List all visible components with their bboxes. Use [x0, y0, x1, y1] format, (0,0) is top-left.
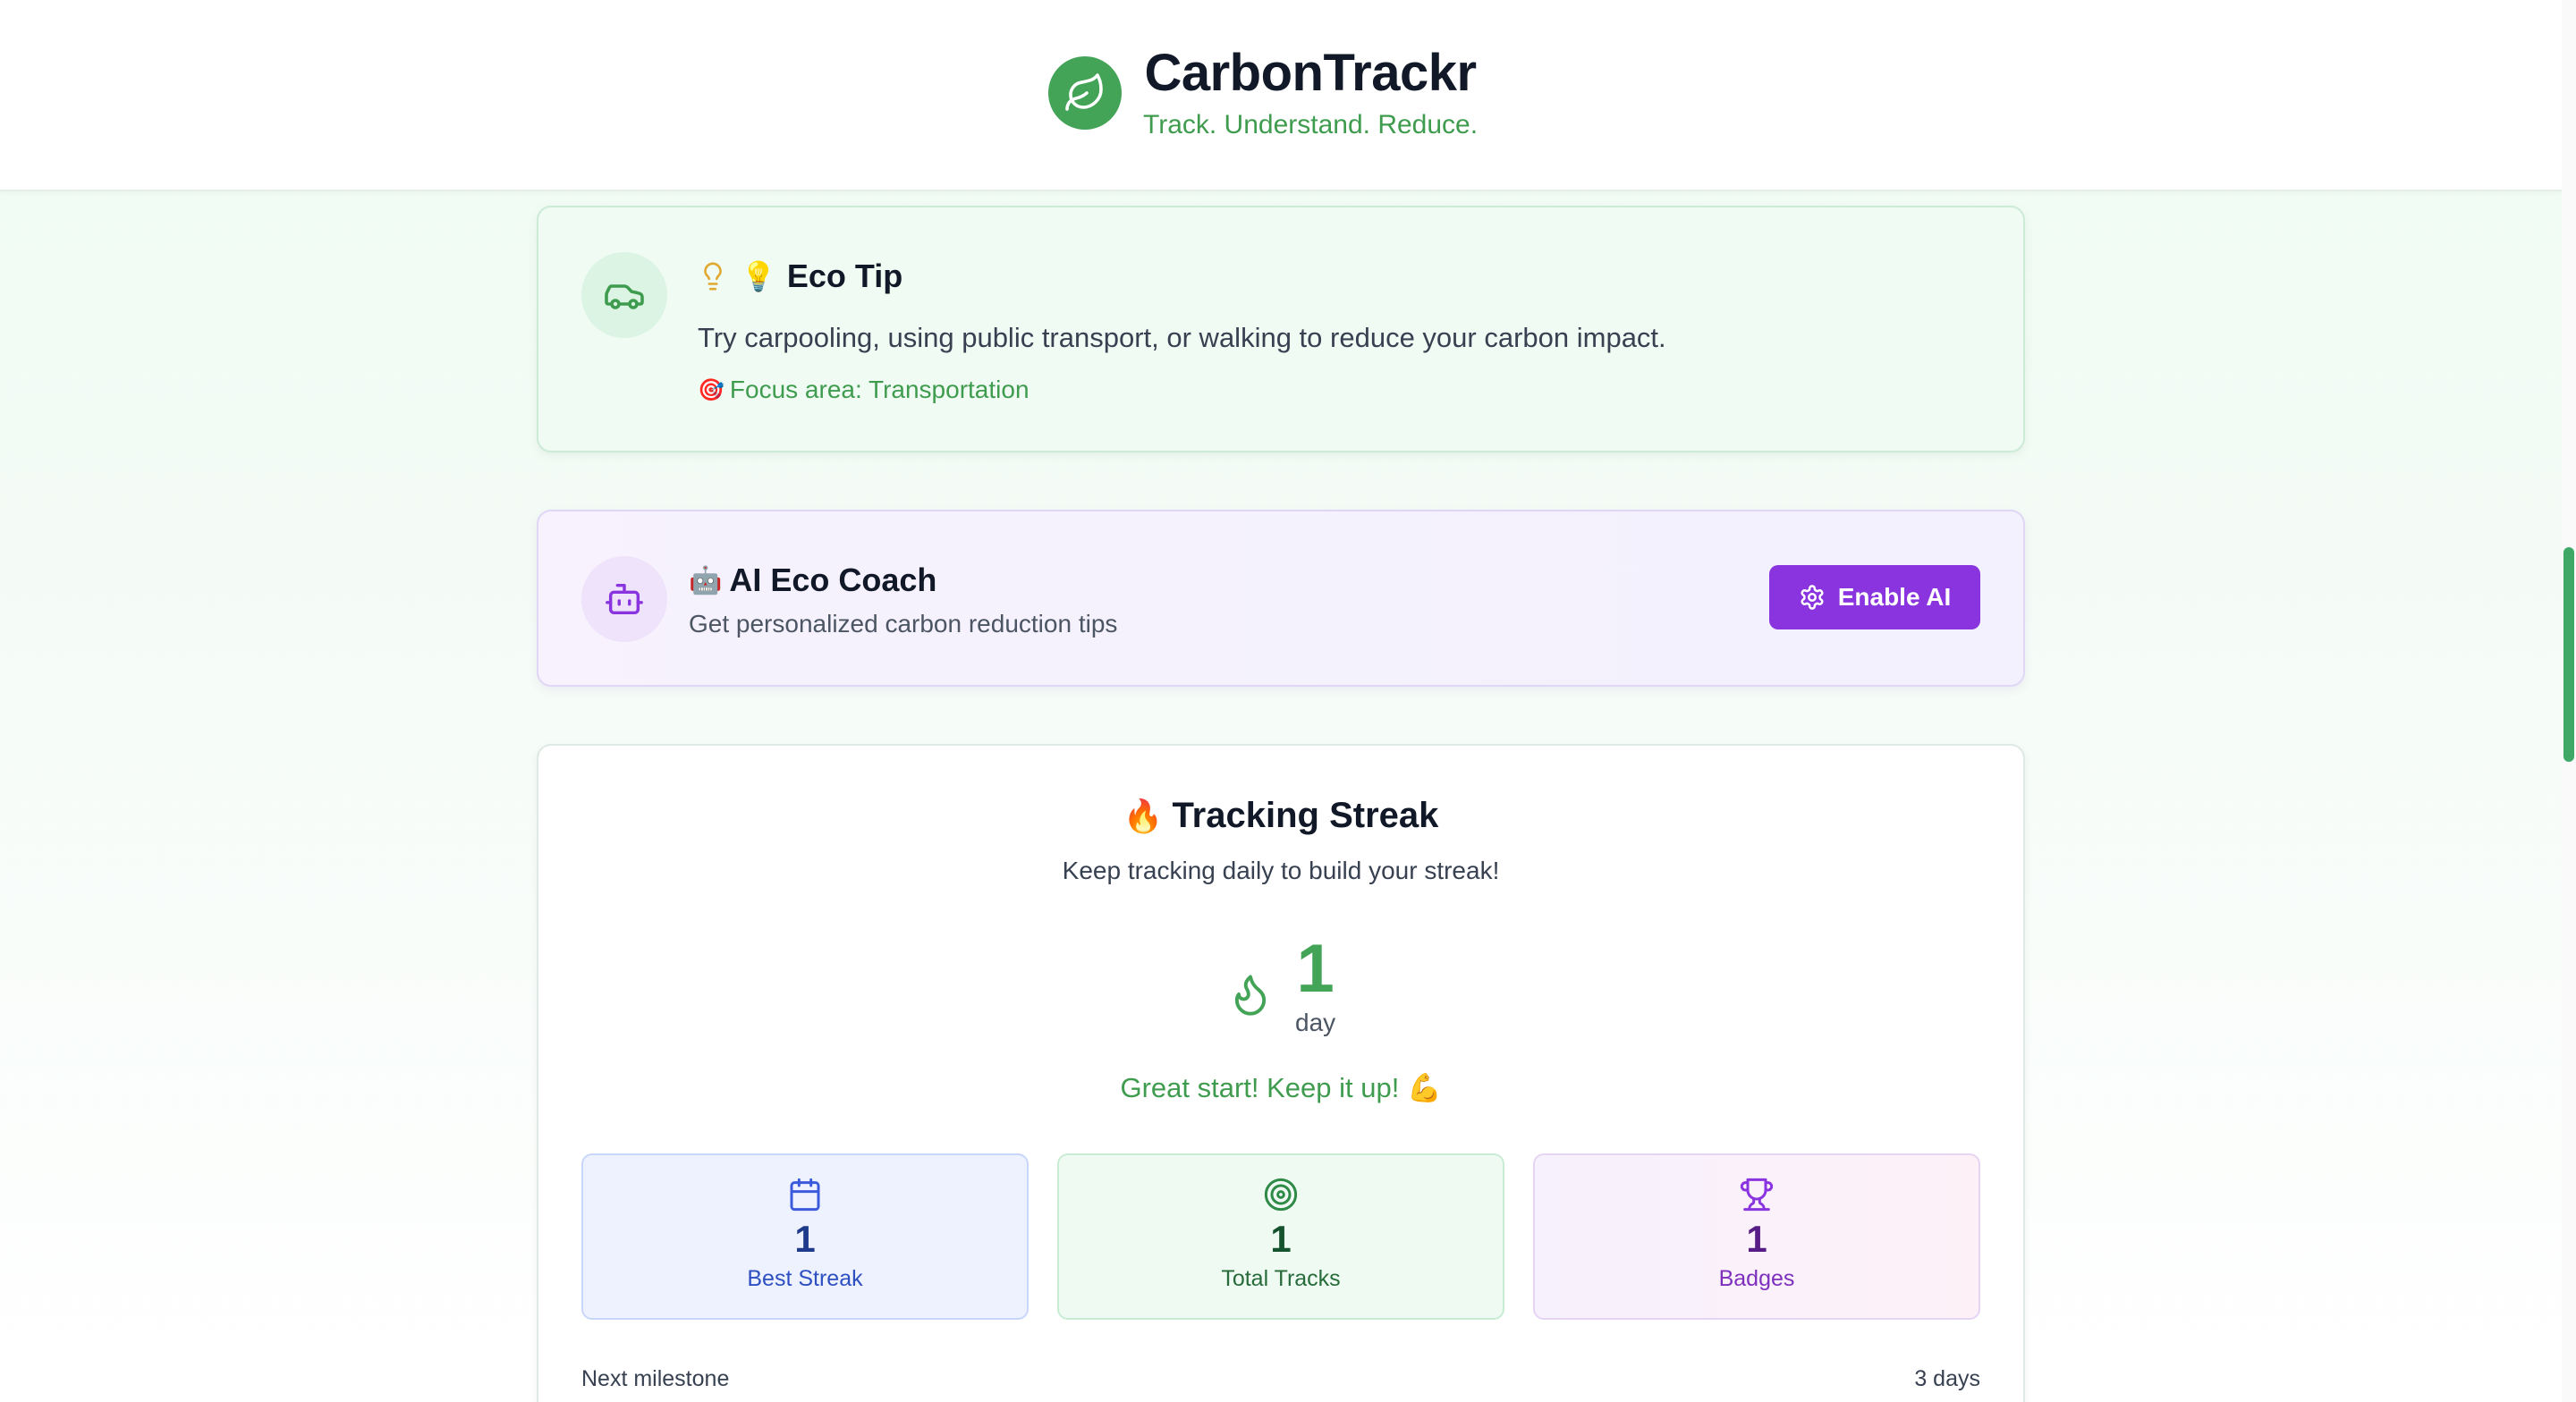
best-streak-value: 1: [794, 1218, 816, 1260]
streak-subtitle: Keep tracking daily to build your streak…: [1062, 857, 1500, 884]
best-streak-label: Best Streak: [747, 1266, 863, 1291]
ai-coach-title: 🤖 AI Eco Coach: [689, 562, 936, 599]
badges-label: Badges: [1718, 1266, 1795, 1291]
streak-title: 🔥 Tracking Streak: [538, 796, 2023, 836]
total-tracks-value: 1: [1270, 1218, 1292, 1260]
streak-message: Great start! Keep it up! 💪: [1120, 1072, 1442, 1103]
app-title: CarbonTrackr: [1144, 44, 1477, 102]
streak-count: 1: [1296, 931, 1335, 1007]
ai-coach-heading: AI Eco Coach: [729, 562, 937, 598]
bot-icon: [581, 556, 667, 642]
eco-tip-focus: 🎯 Focus area: Transportation: [698, 376, 1030, 404]
ai-coach-subtitle: Get personalized carbon reduction tips: [689, 610, 1118, 638]
tracking-streak-card: 🔥 Tracking Streak Keep tracking daily to …: [537, 744, 2025, 1402]
brand: CarbonTrackr Track. Understand. Reduce.: [1048, 45, 1478, 141]
eco-tip-heading: Eco Tip: [786, 258, 903, 294]
streak-heading: Tracking Streak: [1172, 796, 1439, 835]
eco-tip-card: 💡 Eco Tip Try carpooling, using public t…: [537, 206, 2025, 452]
lightbulb-icon: [698, 258, 728, 294]
app-header: CarbonTrackr Track. Understand. Reduce.: [0, 0, 2562, 191]
enable-ai-button[interactable]: Enable AI: [1769, 565, 1980, 629]
streak-counter: 1 day: [1227, 933, 1335, 1037]
trophy-icon: [1535, 1177, 1979, 1212]
badges-stat: 1 Badges: [1533, 1153, 1980, 1320]
total-tracks-stat: 1 Total Tracks: [1057, 1153, 1504, 1320]
leaf-icon: [1048, 56, 1122, 130]
eco-tip-emoji: 💡: [741, 260, 776, 292]
next-milestone-value: 3 days: [1914, 1366, 1980, 1391]
total-tracks-label: Total Tracks: [1221, 1266, 1341, 1291]
best-streak-stat: 1 Best Streak: [581, 1153, 1029, 1320]
scroll-thumb[interactable]: [2563, 547, 2574, 762]
target-icon: [1059, 1177, 1503, 1212]
streak-unit: day: [1295, 1009, 1336, 1036]
focus-area-label: Focus area: Transportation: [729, 376, 1030, 403]
enable-ai-label: Enable AI: [1837, 583, 1952, 611]
eco-tip-body: Try carpooling, using public transport, …: [698, 322, 1666, 353]
calendar-icon: [583, 1177, 1027, 1212]
ai-coach-card: 🤖 AI Eco Coach Get personalized carbon r…: [537, 510, 2025, 687]
fire-emoji: 🔥: [1123, 798, 1164, 834]
car-icon: [581, 252, 667, 338]
target-emoji: 🎯: [698, 377, 724, 402]
flame-icon: [1227, 966, 1274, 1027]
app-tagline: Track. Understand. Reduce.: [1143, 110, 1479, 139]
gear-icon: [1799, 584, 1838, 611]
robot-emoji: 🤖: [689, 565, 723, 595]
eco-tip-title: 💡 Eco Tip: [698, 258, 902, 295]
badges-value: 1: [1746, 1218, 1767, 1260]
next-milestone-label: Next milestone: [581, 1366, 730, 1391]
page-scrollbar[interactable]: [2562, 0, 2576, 1402]
